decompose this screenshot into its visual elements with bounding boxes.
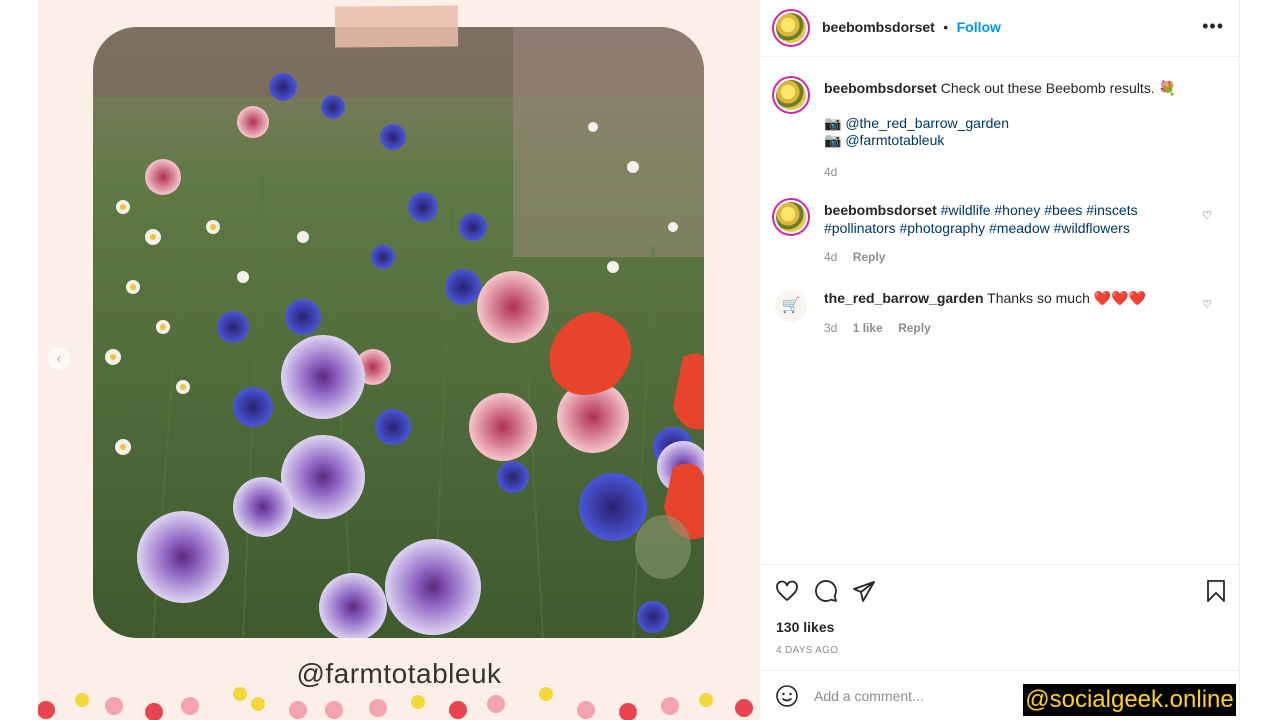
- post-age: 4 DAYS AGO: [776, 645, 839, 656]
- comment-username[interactable]: the_red_barrow_garden: [824, 290, 984, 306]
- caption-credit-1[interactable]: 📷 @the_red_barrow_garden: [824, 115, 1184, 133]
- follow-button[interactable]: Follow: [957, 19, 1001, 35]
- caption-username[interactable]: beebombsdorset: [824, 80, 937, 96]
- avatar[interactable]: [772, 9, 810, 47]
- comment-input[interactable]: Add a comment...: [814, 688, 924, 704]
- likes-count[interactable]: 130 likes: [776, 619, 834, 635]
- comment-username[interactable]: beebombsdorset: [824, 202, 937, 218]
- header-separator: •: [943, 19, 949, 35]
- post-actions: 130 likes 4 DAYS AGO: [760, 564, 1240, 670]
- wildflower-meadow-image: [93, 27, 704, 638]
- chevron-left-icon[interactable]: ‹: [46, 346, 72, 372]
- header-username[interactable]: beebombsdorset: [822, 19, 935, 35]
- reply-button[interactable]: Reply: [853, 250, 886, 264]
- caption-credit-2[interactable]: 📷 @farmtotableuk: [824, 132, 1184, 150]
- caption-time: 4d: [824, 164, 838, 179]
- instagram-post-view: ‹ @farmtotableuk beebombsdorset • Follow…: [0, 0, 1280, 720]
- bookmark-icon[interactable]: [1204, 579, 1228, 603]
- caption-text-row: beebombsdorset Check out these Beebomb r…: [824, 80, 1184, 98]
- flower-photo: [93, 27, 704, 638]
- caption: beebombsdorset Check out these Beebomb r…: [772, 76, 1212, 186]
- heart-icon[interactable]: ♡: [1202, 297, 1212, 315]
- post-side-panel: beebombsdorset • Follow ••• beebombsdors…: [760, 0, 1240, 720]
- comment-item: 🛒 the_red_barrow_garden Thanks so much ❤…: [772, 288, 1212, 348]
- comment-time: 4d: [824, 250, 838, 264]
- reply-button[interactable]: Reply: [898, 321, 931, 335]
- avatar[interactable]: [772, 76, 810, 114]
- like-heart-icon[interactable]: [775, 579, 799, 603]
- comment-hashtags-line1[interactable]: #wildlife #honey #bees #inscets: [941, 202, 1138, 218]
- comment-hashtags-line2[interactable]: #pollinators #photography #meadow #wildf…: [824, 220, 1184, 238]
- heart-icon[interactable]: ♡: [1202, 208, 1212, 226]
- comment-time: 3d: [824, 320, 838, 335]
- header-user-row: beebombsdorset • Follow: [822, 19, 1001, 37]
- watermark-text: @socialgeek.online: [1023, 684, 1236, 716]
- share-send-icon[interactable]: [852, 579, 876, 603]
- comment-likes[interactable]: 1 like: [853, 321, 883, 335]
- comment-text: Thanks so much ❤️❤️❤️: [987, 290, 1147, 306]
- avatar[interactable]: 🛒: [775, 290, 807, 322]
- tape-decoration: [334, 5, 459, 48]
- flower-border-decoration: [38, 687, 753, 720]
- more-options-icon[interactable]: •••: [1202, 16, 1224, 37]
- emoji-icon[interactable]: [775, 684, 799, 708]
- post-media[interactable]: ‹ @farmtotableuk: [38, 0, 760, 720]
- post-header: beebombsdorset • Follow •••: [760, 0, 1240, 57]
- avatar[interactable]: [772, 198, 810, 236]
- comment-bubble-icon[interactable]: [814, 579, 838, 603]
- caption-text: Check out these Beebomb results. 💐: [940, 80, 1177, 96]
- comment-item: beebombsdorset #wildlife #honey #bees #i…: [772, 198, 1212, 268]
